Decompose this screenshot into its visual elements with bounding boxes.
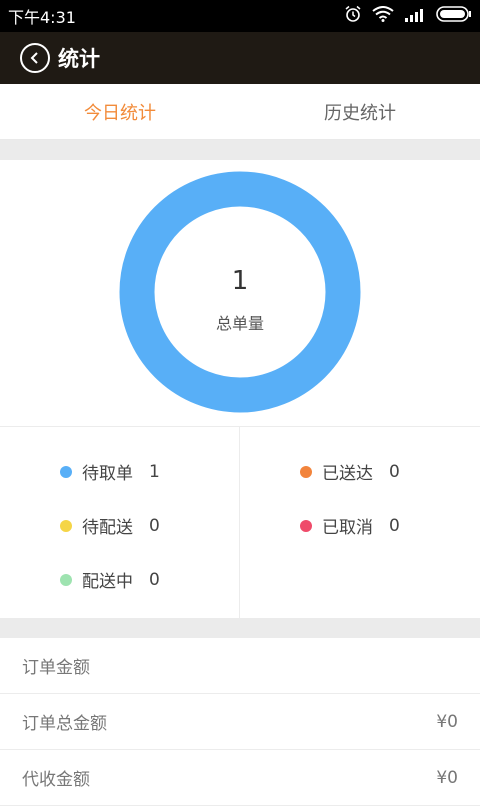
amount-row-collected: 代收金额 ¥0 xyxy=(0,750,480,806)
legend-label: 已取消 xyxy=(322,518,373,538)
alarm-icon xyxy=(344,5,362,27)
amount-label: 代收金额 xyxy=(22,770,90,790)
legend-value: 0 xyxy=(389,461,400,482)
status-time: 下午4:31 xyxy=(8,8,76,27)
tab-bar: 今日统计 历史统计 xyxy=(0,84,480,140)
amounts-section-title: 订单金额 xyxy=(0,638,480,694)
chevron-left-icon xyxy=(30,52,38,64)
legend-label: 待取单 xyxy=(82,464,133,484)
status-legend: 待取单 1 待配送 0 配送中 0 已送达 0 已取消 0 xyxy=(0,426,480,618)
legend-column-left: 待取单 1 待配送 0 配送中 0 xyxy=(0,427,240,618)
legend-column-right: 已送达 0 已取消 0 xyxy=(240,427,480,618)
wifi-icon xyxy=(372,6,394,26)
total-order-label: 总单量 xyxy=(215,314,264,333)
section-divider xyxy=(0,618,480,638)
amount-row-total: 订单总金额 ¥0 xyxy=(0,694,480,750)
page-title: 统计 xyxy=(58,47,100,71)
signal-icon xyxy=(404,7,426,26)
total-order-count: 1 xyxy=(231,266,249,296)
tab-today[interactable]: 今日统计 xyxy=(0,84,240,139)
legend-label: 已送达 xyxy=(322,464,373,484)
amount-value: ¥0 xyxy=(436,711,458,732)
legend-value: 0 xyxy=(149,569,160,590)
legend-dot xyxy=(60,465,72,478)
total-orders-chart: 1 总单量 xyxy=(0,160,480,426)
legend-label: 配送中 xyxy=(82,572,133,592)
legend-item-pending-pickup: 待取单 1 xyxy=(60,459,160,484)
status-bar: 下午4:31 xyxy=(0,0,480,32)
back-button[interactable] xyxy=(20,43,50,73)
legend-item-delivered: 已送达 0 xyxy=(300,459,400,484)
legend-dot xyxy=(300,465,312,478)
legend-dot xyxy=(60,519,72,532)
section-title: 订单金额 xyxy=(22,658,90,678)
amount-label: 订单总金额 xyxy=(22,714,107,734)
legend-value: 0 xyxy=(149,515,160,536)
legend-item-cancelled: 已取消 0 xyxy=(300,513,400,538)
order-amounts-section: 订单金额 订单总金额 ¥0 代收金额 ¥0 xyxy=(0,638,480,806)
legend-dot xyxy=(60,573,72,586)
legend-value: 1 xyxy=(149,461,160,482)
legend-label: 待配送 xyxy=(82,518,133,538)
battery-icon xyxy=(436,6,472,26)
legend-item-in-delivery: 配送中 0 xyxy=(60,567,160,592)
tab-history[interactable]: 历史统计 xyxy=(240,84,480,139)
legend-item-pending-delivery: 待配送 0 xyxy=(60,513,160,538)
amount-value: ¥0 xyxy=(436,767,458,788)
title-bar: 统计 xyxy=(0,32,480,84)
legend-value: 0 xyxy=(389,515,400,536)
section-divider xyxy=(0,140,480,160)
legend-dot xyxy=(300,519,312,532)
status-icons xyxy=(344,5,472,27)
